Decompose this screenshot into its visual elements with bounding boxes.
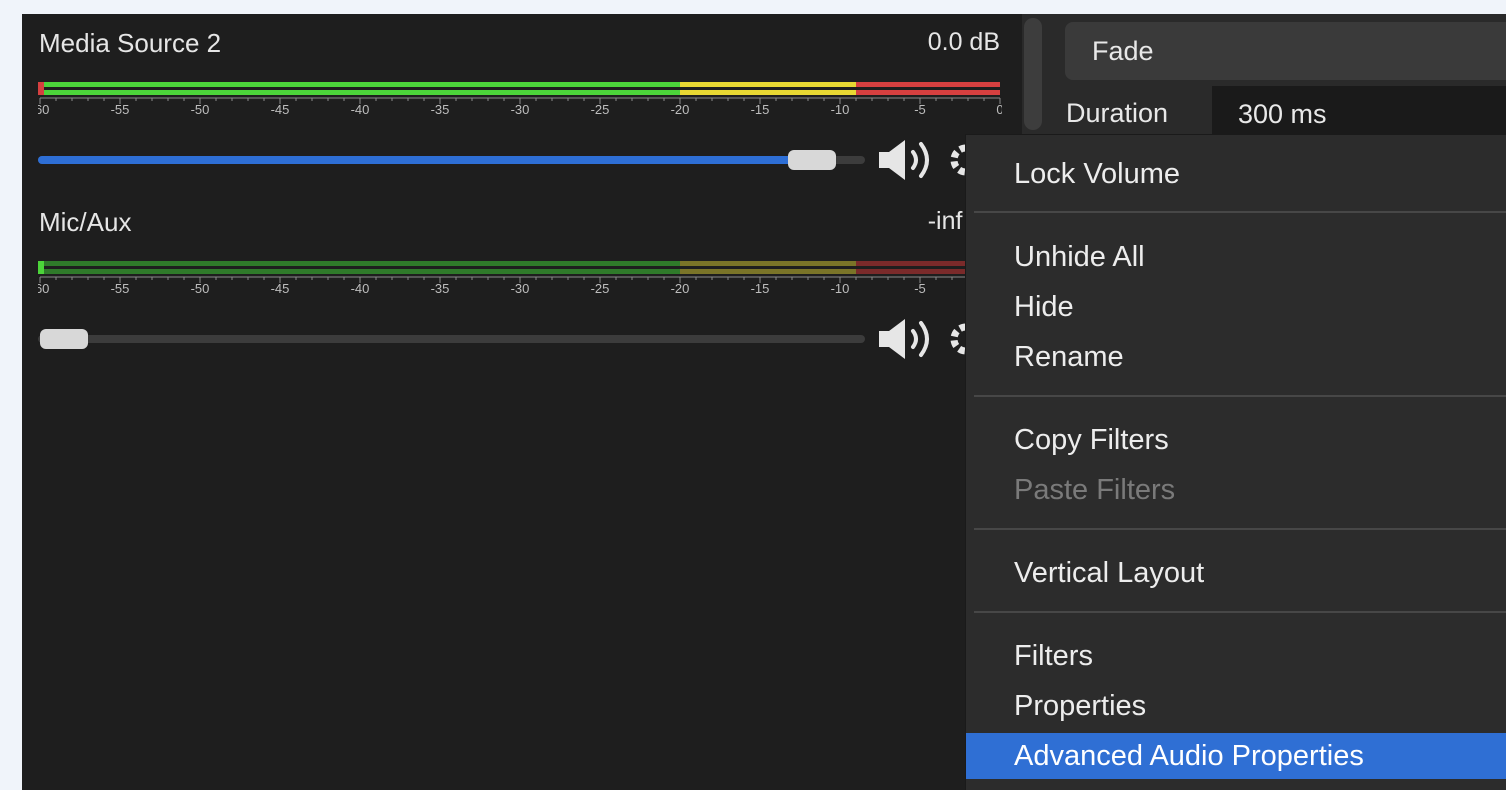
meter-segment-red bbox=[856, 90, 1000, 95]
meter-scale-label: -35 bbox=[431, 102, 450, 116]
meter-segment-red bbox=[856, 82, 1000, 87]
scrollbar-handle[interactable] bbox=[1024, 18, 1042, 130]
menu-item-lock-volume[interactable]: Lock Volume bbox=[966, 151, 1506, 197]
meter-scale-label: -50 bbox=[191, 281, 210, 295]
meter-scale-label: -50 bbox=[191, 102, 210, 116]
menu-separator bbox=[974, 395, 1506, 397]
peak-indicator bbox=[38, 82, 44, 95]
volume-slider-handle[interactable] bbox=[788, 150, 837, 170]
menu-separator bbox=[974, 611, 1506, 613]
meter-scale-label: -60 bbox=[38, 281, 49, 295]
transition-type-value: Fade bbox=[1092, 36, 1154, 66]
menu-item-vertical-layout[interactable]: Vertical Layout bbox=[966, 550, 1506, 596]
meter-scale-label: -30 bbox=[511, 102, 530, 116]
meter-scale-label: -40 bbox=[351, 102, 370, 116]
meter-scale-label: -45 bbox=[271, 102, 290, 116]
meter-segment-green bbox=[40, 261, 680, 266]
volume-meter: -60-55-50-45-40-35-30-25-20-15-10-50 bbox=[38, 261, 1002, 295]
volume-slider-handle[interactable] bbox=[40, 329, 88, 349]
meter-scale-label: -15 bbox=[751, 102, 770, 116]
meter-segment-green bbox=[40, 269, 680, 274]
meter-segment-yellow bbox=[680, 269, 856, 274]
menu-separator bbox=[974, 528, 1506, 530]
channel-name: Media Source 2 bbox=[39, 28, 222, 58]
menu-item-rename[interactable]: Rename bbox=[966, 334, 1506, 380]
duration-label: Duration bbox=[1066, 98, 1169, 128]
volume-slider-track[interactable] bbox=[38, 335, 865, 343]
meter-scale-label: -10 bbox=[831, 102, 850, 116]
meter-scale-label: -55 bbox=[111, 102, 130, 116]
menu-item-unhide-all[interactable]: Unhide All bbox=[966, 234, 1506, 280]
menu-item-properties[interactable]: Properties bbox=[966, 683, 1506, 729]
volume-slider-track[interactable] bbox=[38, 156, 865, 164]
meter-segment-green bbox=[40, 90, 680, 95]
channel-name: Mic/Aux bbox=[39, 207, 132, 237]
speaker-icon[interactable] bbox=[875, 136, 939, 184]
meter-scale-label: -20 bbox=[671, 102, 690, 116]
channel-db-readout: 0.0 dB bbox=[927, 28, 1000, 56]
volume-slider-fill bbox=[38, 156, 824, 164]
meter-scale-label: 0 bbox=[996, 102, 1002, 116]
peak-indicator bbox=[38, 261, 44, 274]
meter-scale-label: -20 bbox=[671, 281, 690, 295]
speaker-icon[interactable] bbox=[875, 315, 939, 363]
menu-item-advanced-audio-properties[interactable]: Advanced Audio Properties bbox=[966, 733, 1506, 779]
menu-separator bbox=[974, 211, 1506, 213]
meter-scale-label: -10 bbox=[831, 281, 850, 295]
meter-segment-yellow bbox=[680, 90, 856, 95]
meter-scale-label: -15 bbox=[751, 281, 770, 295]
menu-item-paste-filters: Paste Filters bbox=[1014, 474, 1176, 506]
transition-type-select[interactable]: Fade bbox=[1065, 22, 1506, 80]
menu-item-filters[interactable]: Filters bbox=[966, 633, 1506, 679]
meter-segment-yellow bbox=[680, 82, 856, 87]
menu-item-hide[interactable]: Hide bbox=[966, 284, 1506, 330]
audio-mixer-panel: Media Source 2 0.0 dB -60-55-50-45-40-35… bbox=[22, 14, 1022, 790]
meter-scale-label: -55 bbox=[111, 281, 130, 295]
meter-scale-label: -35 bbox=[431, 281, 450, 295]
meter-segment-green bbox=[40, 82, 680, 87]
meter-scale-label: -5 bbox=[914, 281, 926, 295]
meter-segment-yellow bbox=[680, 261, 856, 266]
meter-scale-label: -5 bbox=[914, 102, 926, 116]
volume-meter: -60-55-50-45-40-35-30-25-20-15-10-50 bbox=[38, 82, 1002, 116]
meter-scale-label: -60 bbox=[38, 102, 49, 116]
meter-scale-label: -25 bbox=[591, 281, 610, 295]
meter-scale-label: -40 bbox=[351, 281, 370, 295]
meter-scale-label: -25 bbox=[591, 102, 610, 116]
meter-scale-label: -45 bbox=[271, 281, 290, 295]
meter-scale-label: -30 bbox=[511, 281, 530, 295]
mixer-context-menu: Lock Volume Unhide All Hide Rename Copy … bbox=[965, 134, 1506, 790]
duration-value: 300 ms bbox=[1238, 99, 1327, 129]
menu-item-copy-filters[interactable]: Copy Filters bbox=[966, 417, 1506, 463]
